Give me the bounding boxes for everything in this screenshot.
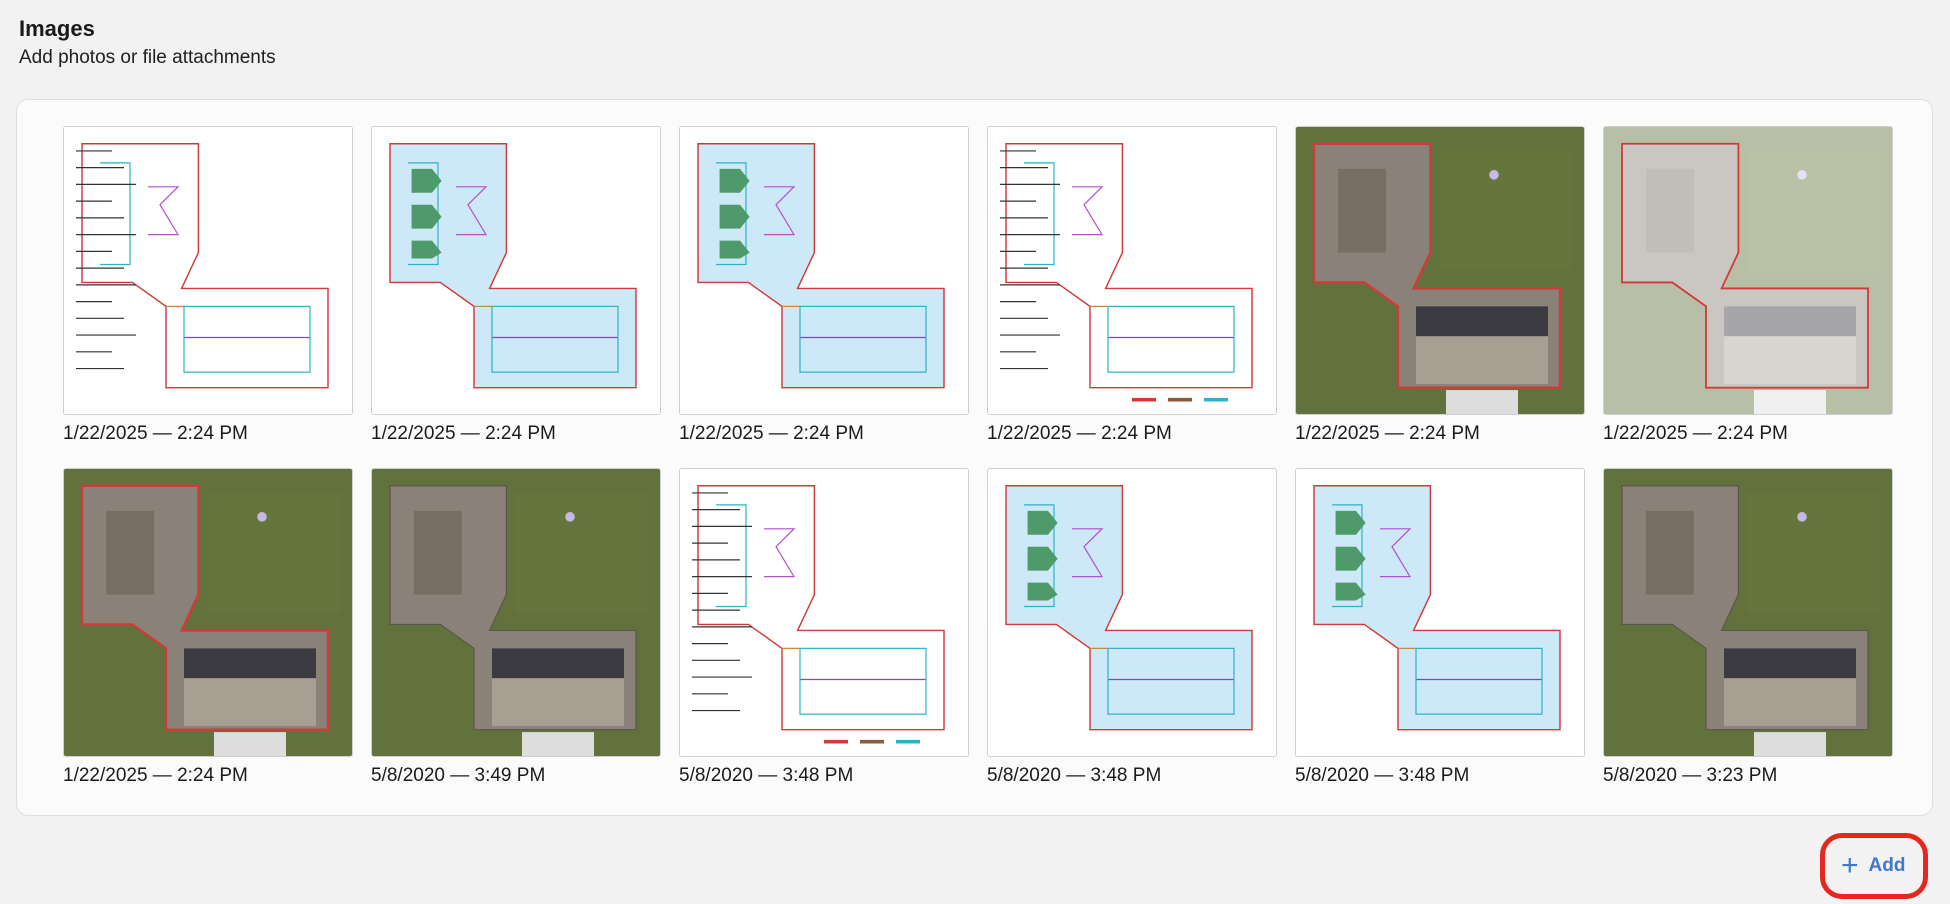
aerial-roof-image[interactable] [1603, 126, 1893, 415]
aerial-roof-image[interactable] [63, 468, 353, 757]
image-card[interactable]: 1/22/2025 — 2:24 PM [987, 126, 1277, 468]
image-grid: 1/22/2025 — 2:24 PM 1/22/2025 — 2:24 PM 1/… [63, 126, 1893, 810]
image-card[interactable]: 1/22/2025 — 2:24 PM [1295, 126, 1585, 468]
image-card[interactable]: 1/22/2025 — 2:24 PM [1603, 126, 1893, 468]
image-timestamp: 5/8/2020 — 3:23 PM [1603, 765, 1778, 786]
image-card[interactable]: 1/22/2025 — 2:24 PM [371, 126, 661, 468]
image-timestamp: 1/22/2025 — 2:24 PM [63, 765, 248, 786]
roof-diagram-image[interactable] [987, 468, 1277, 757]
image-timestamp: 5/8/2020 — 3:48 PM [987, 765, 1162, 786]
roof-diagram-image[interactable] [987, 126, 1277, 415]
roof-diagram-image[interactable] [63, 126, 353, 415]
image-timestamp: 5/8/2020 — 3:48 PM [679, 765, 854, 786]
image-timestamp: 1/22/2025 — 2:24 PM [1295, 423, 1480, 444]
add-button[interactable]: + Add [1835, 846, 1911, 886]
image-timestamp: 1/22/2025 — 2:24 PM [63, 423, 248, 444]
image-timestamp: 1/22/2025 — 2:24 PM [371, 423, 556, 444]
image-timestamp: 1/22/2025 — 2:24 PM [987, 423, 1172, 444]
roof-diagram-image[interactable] [679, 468, 969, 757]
image-card[interactable]: 1/22/2025 — 2:24 PM [63, 126, 353, 468]
image-timestamp: 1/22/2025 — 2:24 PM [679, 423, 864, 444]
image-timestamp: 5/8/2020 — 3:48 PM [1295, 765, 1470, 786]
roof-diagram-image[interactable] [1295, 468, 1585, 757]
image-card[interactable]: 5/8/2020 — 3:23 PM [1603, 468, 1893, 810]
image-card[interactable]: 5/8/2020 — 3:49 PM [371, 468, 661, 810]
aerial-roof-image[interactable] [1603, 468, 1893, 757]
image-card[interactable]: 1/22/2025 — 2:24 PM [63, 468, 353, 810]
section-subtitle: Add photos or file attachments [19, 47, 276, 68]
aerial-roof-image[interactable] [371, 468, 661, 757]
image-card[interactable]: 5/8/2020 — 3:48 PM [679, 468, 969, 810]
aerial-roof-image[interactable] [1295, 126, 1585, 415]
image-card[interactable]: 5/8/2020 — 3:48 PM [987, 468, 1277, 810]
image-gallery-panel: 1/22/2025 — 2:24 PM 1/22/2025 — 2:24 PM 1/… [16, 99, 1933, 816]
roof-diagram-image[interactable] [679, 126, 969, 415]
plus-icon: + [1841, 849, 1859, 882]
image-timestamp: 5/8/2020 — 3:49 PM [371, 765, 546, 786]
add-button-label: Add [1868, 855, 1906, 876]
section-title: Images [19, 16, 95, 41]
roof-diagram-image[interactable] [371, 126, 661, 415]
image-timestamp: 1/22/2025 — 2:24 PM [1603, 423, 1788, 444]
image-card[interactable]: 1/22/2025 — 2:24 PM [679, 126, 969, 468]
add-button-highlight: + Add [1820, 833, 1928, 899]
image-card[interactable]: 5/8/2020 — 3:48 PM [1295, 468, 1585, 810]
section-header: Images Add photos or file attachments [19, 14, 276, 72]
